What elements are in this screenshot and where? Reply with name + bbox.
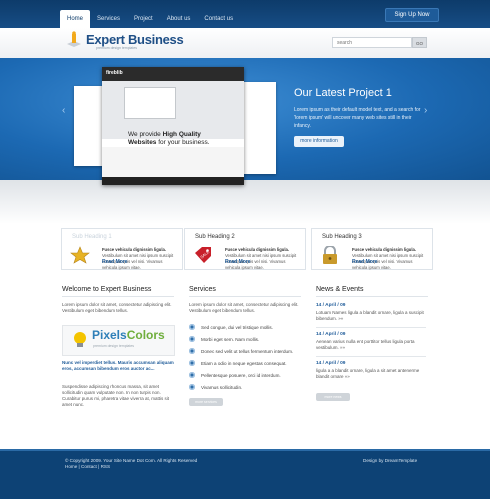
- more-services-button[interactable]: more services: [189, 398, 223, 406]
- service-item[interactable]: Sed congue, dui vel tristique mollis.: [189, 324, 273, 330]
- preview-inner-screen: [124, 87, 176, 119]
- bullet-icon: [189, 324, 195, 330]
- welcome-heading: Welcome to Expert Business: [62, 286, 152, 293]
- preview-screen-main: fireblib: [102, 67, 244, 185]
- feature-box-3: Sub Heading 3 Fusce vehicula dignissim l…: [311, 228, 433, 270]
- slider-next-arrow-icon[interactable]: ›: [424, 105, 427, 116]
- search-go-button[interactable]: GO: [412, 37, 427, 48]
- services-heading: Services: [189, 286, 216, 293]
- search-input[interactable]: search: [332, 37, 412, 48]
- read-more-link[interactable]: Read More: [102, 259, 128, 265]
- welcome-body: Suspendisse adipiscing rhoncus massa, si…: [62, 384, 170, 407]
- lightbulb-icon: [74, 332, 86, 347]
- news-text[interactable]: Lotuam Names ligula a blandit ornare, li…: [316, 310, 424, 322]
- feature-heading: Sub Heading 1: [72, 234, 112, 240]
- feature-box-1: Sub Heading 1 Fusce vehicula dignissim l…: [61, 228, 183, 270]
- service-item[interactable]: Vivamus sollicitudin.: [189, 384, 242, 390]
- service-item[interactable]: Pellentesque posuere, orci id interdum.: [189, 372, 281, 378]
- nav-item-services[interactable]: Services: [90, 10, 127, 28]
- bullet-icon: [189, 348, 195, 354]
- hero-title: Our Latest Project 1: [294, 87, 392, 99]
- service-item[interactable]: Donec sed velit ut tellus fermentum inte…: [189, 348, 293, 354]
- slider-prev-arrow-icon[interactable]: ‹: [62, 105, 65, 116]
- welcome-intro: Lorem ipsum dolor sit amet, consectetur …: [62, 302, 172, 313]
- nav-item-contact[interactable]: Contact us: [197, 10, 240, 28]
- welcome-highlight: Nunc vel imperdiet tellus. Mauris accums…: [62, 360, 174, 371]
- services-intro: Lorem ipsum dolor sit amet, consectetur …: [189, 302, 299, 313]
- news-date: 14 / April / 09: [316, 332, 346, 337]
- sale-tag-icon: SALE: [195, 247, 211, 263]
- site-footer: [0, 449, 490, 499]
- nav-item-about[interactable]: About us: [160, 10, 198, 28]
- hero-shadow: [0, 180, 490, 224]
- nav-item-home[interactable]: Home: [60, 10, 91, 29]
- bullet-icon: [189, 384, 195, 390]
- feature-box-2: Sub Heading 2 SALE Fusce vehicula dignis…: [184, 228, 306, 270]
- signup-button[interactable]: Sign Up Now: [385, 8, 439, 22]
- bullet-icon: [189, 336, 195, 342]
- read-more-link[interactable]: Read More: [352, 259, 378, 265]
- read-more-link[interactable]: Read More: [225, 259, 251, 265]
- news-text[interactable]: ligula a a blandit ornare, ligula a sit …: [316, 368, 424, 380]
- news-text[interactable]: Aenean varius nulla ent porttitor tellus…: [316, 339, 424, 351]
- feature-heading: Sub Heading 3: [322, 234, 362, 240]
- footer-credit[interactable]: Design by DreamTemplate: [363, 458, 417, 464]
- partner-logo-text: PixelsColors: [92, 328, 165, 342]
- logo-title[interactable]: Expert Business: [86, 32, 184, 47]
- preview-tagline: We provide High Quality Websites for you…: [128, 131, 210, 146]
- service-item[interactable]: Etiam a odio in neque egestas consequat.: [189, 360, 287, 366]
- news-date: 14 / April / 09: [316, 303, 346, 308]
- padlock-icon: [323, 246, 337, 264]
- service-item[interactable]: Morbi eget sem. Nam mollis.: [189, 336, 259, 342]
- partner-logo-subtitle: premium design templates: [93, 344, 135, 348]
- feature-heading: Sub Heading 2: [195, 234, 235, 240]
- logo-figure-icon: [67, 31, 81, 47]
- more-news-button[interactable]: more news: [316, 393, 350, 401]
- star-badge-icon: [70, 246, 90, 264]
- nav-item-project[interactable]: Project: [127, 10, 160, 28]
- more-information-button[interactable]: more information: [294, 136, 344, 147]
- main-nav: Home Services Project About us Contact u…: [60, 10, 240, 29]
- news-heading: News & Events: [316, 286, 364, 293]
- logo-subtitle: premium design templates: [96, 46, 138, 50]
- news-date: 14 / April / 09: [316, 361, 346, 366]
- hero-text: Lorem ipsum as their default model text,…: [294, 107, 421, 129]
- bullet-icon: [189, 372, 195, 378]
- footer-links[interactable]: Home | Contact | RSS: [65, 464, 110, 470]
- preview-logo: fireblib: [106, 70, 123, 76]
- bullet-icon: [189, 360, 195, 366]
